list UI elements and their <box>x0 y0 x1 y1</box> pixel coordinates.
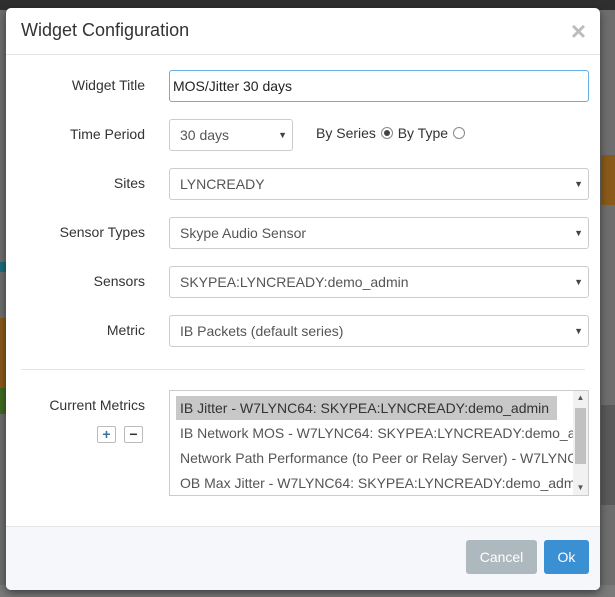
time-period-select[interactable]: 30 days ▼ <box>169 119 293 151</box>
list-item[interactable]: OB Max Jitter - W7LYNC64: SKYPEA:LYNCREA… <box>170 471 588 495</box>
metric-row: Metric IB Packets (default series) ▼ <box>6 315 600 347</box>
sensors-label: Sensors <box>93 273 145 289</box>
sensor-types-value: Skype Audio Sensor <box>180 225 307 241</box>
widget-title-label: Widget Title <box>71 77 145 93</box>
sensors-value: SKYPEA:LYNCREADY:demo_admin <box>180 274 409 290</box>
remove-metric-button[interactable]: − <box>124 426 143 443</box>
time-period-row: Time Period 30 days ▼ By Series By Type <box>6 119 600 151</box>
chevron-down-icon: ▼ <box>574 179 583 189</box>
chevron-down-icon: ▼ <box>278 130 287 140</box>
sensors-select[interactable]: SKYPEA:LYNCREADY:demo_admin ▼ <box>169 266 589 298</box>
list-item[interactable]: IB Network MOS - W7LYNC64: SKYPEA:LYNCRE… <box>170 421 588 445</box>
list-item[interactable]: Network Path Performance (to Peer or Rel… <box>170 446 588 470</box>
sites-select[interactable]: LYNCREADY ▼ <box>169 168 589 200</box>
chevron-down-icon: ▼ <box>574 228 583 238</box>
by-series-radio[interactable] <box>380 127 393 139</box>
background-accent <box>601 155 615 205</box>
sites-row: Sites LYNCREADY ▼ <box>6 168 600 200</box>
list-scrollbar[interactable]: ▲ ▼ <box>573 391 588 495</box>
scroll-up-icon[interactable]: ▲ <box>573 391 588 405</box>
widget-configuration-dialog: Widget Configuration × Widget Title MOS/… <box>6 8 600 590</box>
sensor-types-label: Sensor Types <box>59 224 145 240</box>
sensors-row: Sensors SKYPEA:LYNCREADY:demo_admin ▼ <box>6 266 600 298</box>
add-metric-button[interactable]: + <box>97 426 116 443</box>
scroll-down-icon[interactable]: ▼ <box>573 481 588 495</box>
dialog-title: Widget Configuration <box>21 20 190 40</box>
metric-value: IB Packets (default series) <box>180 323 344 339</box>
sensor-types-row: Sensor Types Skype Audio Sensor ▼ <box>6 217 600 249</box>
sites-label: Sites <box>113 175 145 191</box>
metric-select[interactable]: IB Packets (default series) ▼ <box>169 315 589 347</box>
form-divider <box>21 369 585 370</box>
cancel-button[interactable]: Cancel <box>466 540 537 574</box>
by-type-label: By Type <box>397 125 449 141</box>
time-period-value: 30 days <box>180 127 230 143</box>
time-period-label: Time Period <box>70 126 145 142</box>
close-icon[interactable]: × <box>571 18 586 44</box>
current-metrics-label: Current Metrics <box>49 397 145 413</box>
scroll-thumb[interactable] <box>575 408 586 464</box>
dialog-header: Widget Configuration × <box>6 8 600 55</box>
ok-button[interactable]: Ok <box>544 540 589 574</box>
chevron-down-icon: ▼ <box>574 277 583 287</box>
series-type-radio-group: By Series By Type <box>316 125 466 141</box>
sensor-types-select[interactable]: Skype Audio Sensor ▼ <box>169 217 589 249</box>
current-metrics-list[interactable]: IB Jitter - W7LYNC64: SKYPEA:LYNCREADY:d… <box>169 390 589 496</box>
sites-value: LYNCREADY <box>180 176 265 192</box>
by-series-label: By Series <box>316 125 376 141</box>
widget-title-input[interactable]: MOS/Jitter 30 days <box>169 70 589 102</box>
list-item[interactable]: IB Jitter - W7LYNC64: SKYPEA:LYNCREADY:d… <box>176 396 557 420</box>
background-right <box>599 10 615 597</box>
background-accent <box>601 405 615 505</box>
dialog-footer: Cancel Ok <box>6 526 600 590</box>
metric-label: Metric <box>106 322 145 338</box>
chevron-down-icon: ▼ <box>574 326 583 336</box>
by-type-radio[interactable] <box>452 127 465 139</box>
